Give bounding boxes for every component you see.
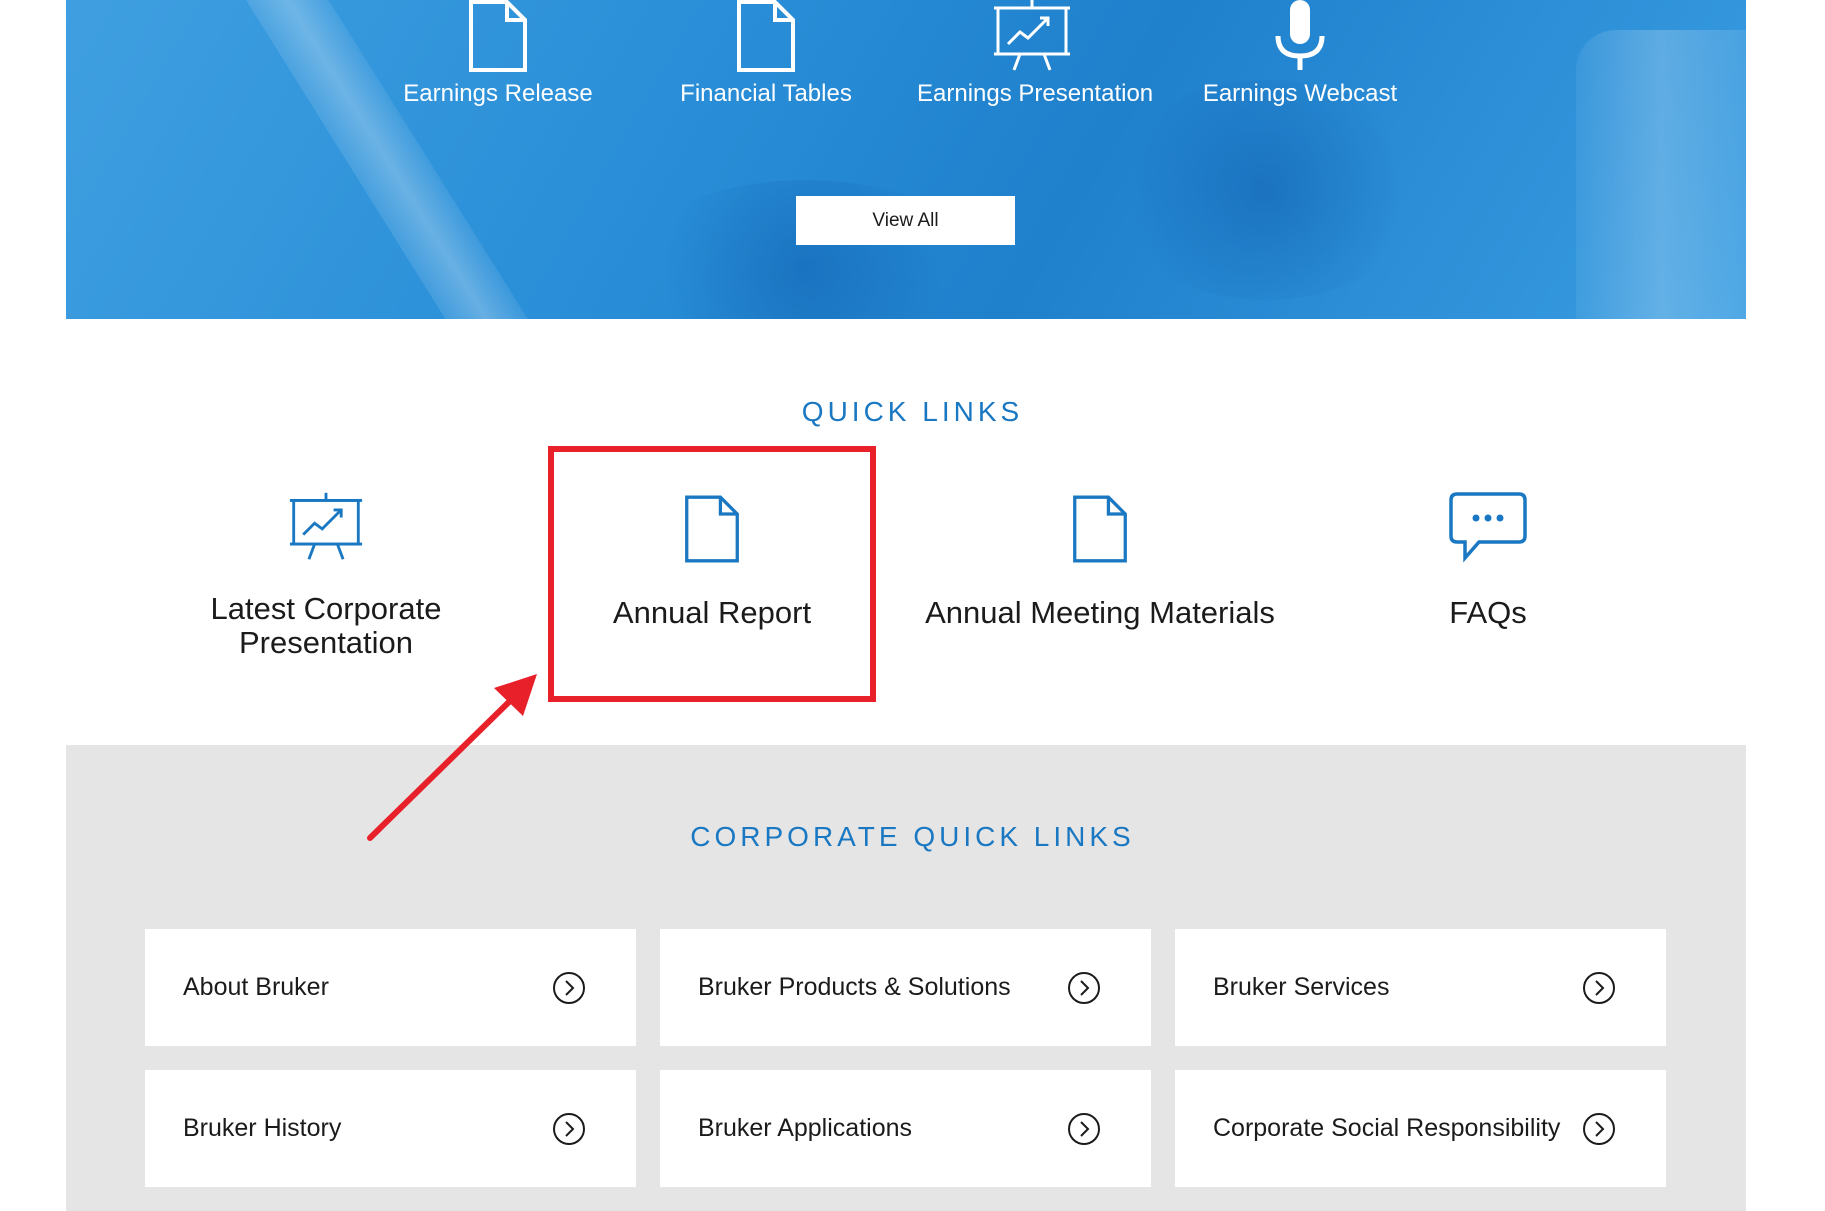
corporate-quick-links-heading: CORPORATE QUICK LINKS xyxy=(690,821,1135,852)
chevron-right-circle-icon xyxy=(1583,971,1615,1004)
microphone-icon xyxy=(1275,0,1325,70)
corporate-link-bruker-products-solutions[interactable]: Bruker Products & Solutions xyxy=(660,929,1151,1046)
chevron-right-circle-icon xyxy=(553,971,585,1004)
quick-link-faqs[interactable]: FAQs xyxy=(1298,492,1678,630)
hero-item-earnings-webcast[interactable]: Earnings Webcast xyxy=(1185,0,1415,108)
hero-item-label: Earnings Webcast xyxy=(1202,80,1398,107)
corporate-link-label: Bruker History xyxy=(183,1114,342,1142)
corporate-link-bruker-services[interactable]: Bruker Services xyxy=(1175,929,1666,1046)
earnings-hero-banner xyxy=(66,0,1746,319)
quick-link-annual-meeting-materials[interactable]: Annual Meeting Materials xyxy=(910,492,1290,630)
hero-item-financial-tables[interactable]: Financial Tables xyxy=(651,0,881,108)
corporate-link-about-bruker[interactable]: About Bruker xyxy=(145,929,636,1046)
chevron-right-circle-icon xyxy=(1583,1112,1615,1145)
corporate-link-bruker-applications[interactable]: Bruker Applications xyxy=(660,1070,1151,1187)
hero-item-earnings-presentation[interactable]: Earnings Presentation xyxy=(917,0,1154,108)
corporate-link-label: Bruker Services xyxy=(1213,973,1390,1001)
chevron-right-circle-icon xyxy=(1068,971,1100,1004)
chevron-right-circle-icon xyxy=(553,1112,585,1145)
document-icon xyxy=(469,0,527,72)
corporate-link-label: Bruker Products & Solutions xyxy=(698,973,1011,1001)
hero-item-label: Financial Tables xyxy=(680,80,852,107)
presentation-board-icon xyxy=(994,0,1070,71)
corporate-link-label: Corporate Social Responsibility xyxy=(1213,1114,1561,1142)
hero-item-earnings-release[interactable]: Earnings Release xyxy=(383,0,613,108)
hero-item-label: Earnings Presentation xyxy=(917,80,1154,107)
corporate-link-corporate-social-responsibility[interactable]: Corporate Social Responsibility xyxy=(1175,1070,1666,1187)
quick-link-label: FAQs xyxy=(1449,595,1527,630)
hero-item-label: Earnings Release xyxy=(403,80,593,107)
quick-link-latest-corporate-presentation[interactable]: Latest Corporate Presentation xyxy=(136,492,516,660)
corporate-link-label: Bruker Applications xyxy=(698,1114,913,1142)
view-all-button[interactable]: View All xyxy=(796,196,1015,245)
presentation-board-icon xyxy=(289,492,363,560)
document-icon xyxy=(1073,495,1127,563)
annotation-highlight-box xyxy=(548,446,876,702)
document-icon xyxy=(737,0,795,72)
quick-link-label: Annual Meeting Materials xyxy=(925,595,1275,630)
hero-background-shape xyxy=(1106,80,1426,300)
chevron-right-circle-icon xyxy=(1068,1112,1100,1145)
chat-bubble-icon xyxy=(1449,492,1527,563)
corporate-link-label: About Bruker xyxy=(183,973,329,1001)
quick-links-heading: QUICK LINKS xyxy=(801,396,1024,427)
quick-link-label: Latest Corporate Presentation xyxy=(210,591,442,660)
corporate-link-bruker-history[interactable]: Bruker History xyxy=(145,1070,636,1187)
